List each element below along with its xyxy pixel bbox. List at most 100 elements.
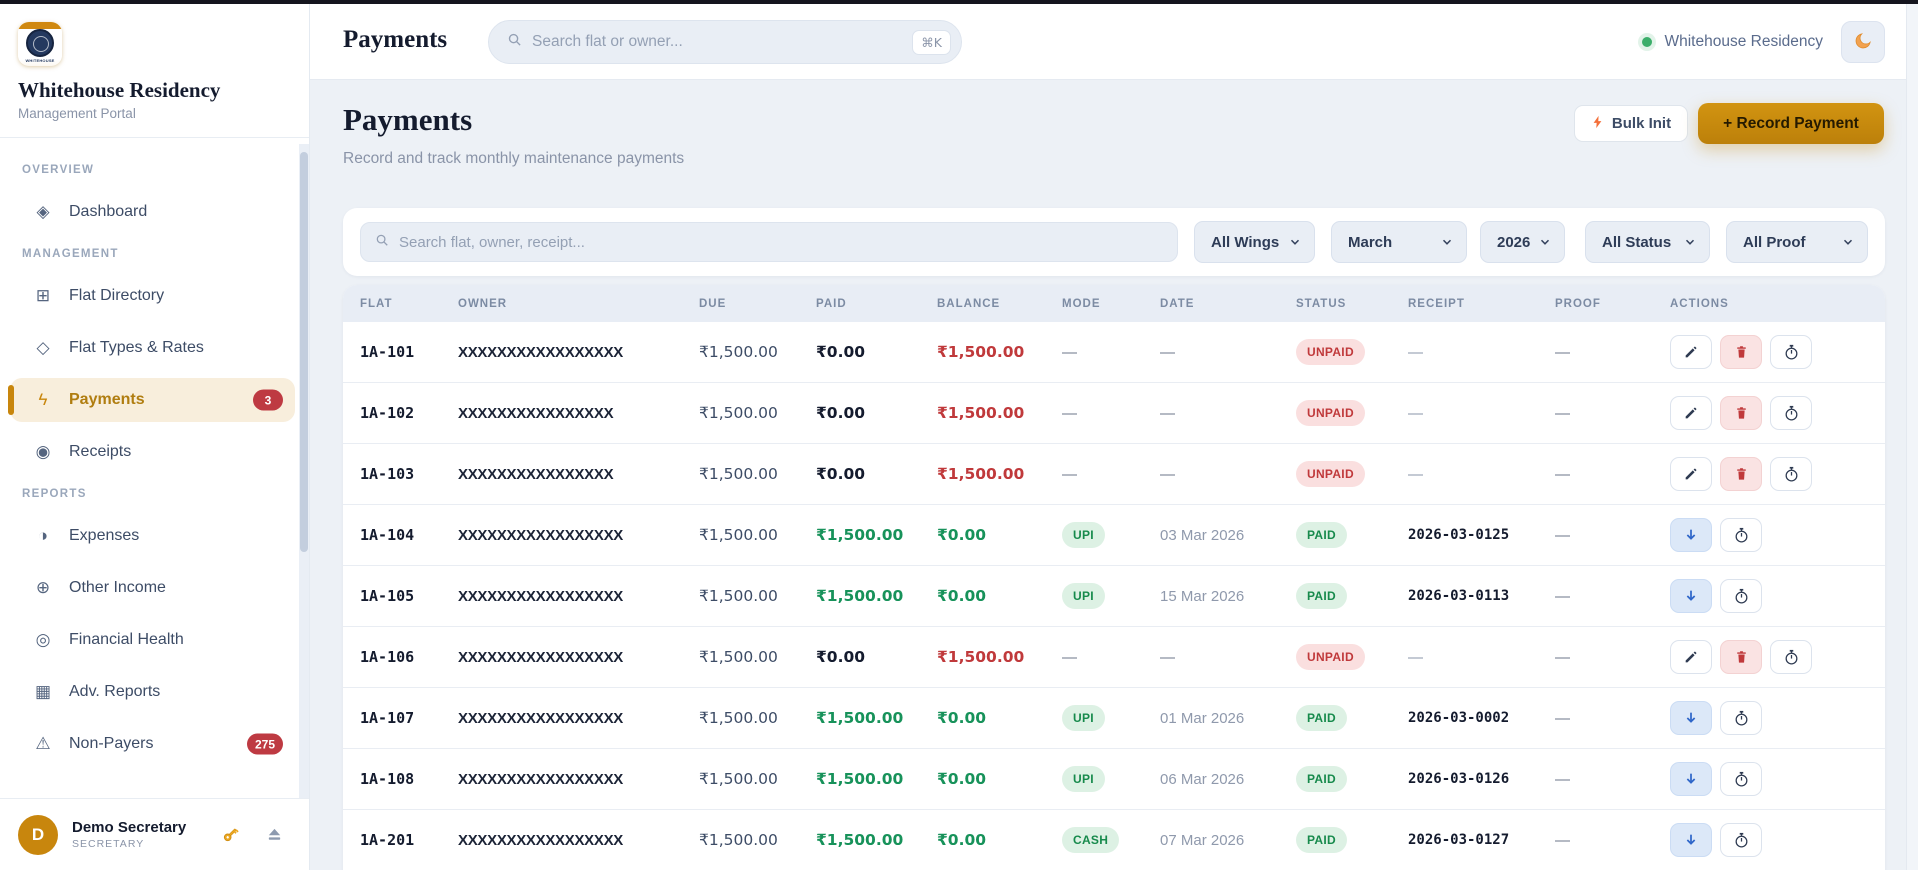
paid-cell: ₹0.00 bbox=[816, 648, 937, 666]
mode-badge: UPI bbox=[1062, 583, 1105, 609]
filter-dropdown-all-wings[interactable]: All Wings bbox=[1194, 221, 1315, 263]
proof-cell: — bbox=[1555, 344, 1670, 361]
actions-cell bbox=[1670, 640, 1885, 674]
paid-cell: ₹0.00 bbox=[816, 343, 937, 361]
delete-payment-button[interactable] bbox=[1720, 640, 1762, 674]
sidebar-scrollbar-thumb[interactable] bbox=[300, 152, 308, 552]
user-role: SECRETARY bbox=[72, 838, 219, 850]
warning-icon: ⚠ bbox=[32, 734, 54, 754]
topbar-right: Whitehouse Residency bbox=[1642, 4, 1885, 80]
table-search[interactable] bbox=[360, 222, 1178, 262]
download-receipt-button[interactable] bbox=[1670, 701, 1712, 735]
date-cell: — bbox=[1160, 649, 1296, 666]
sidebar-item-other-income[interactable]: ⊕Other Income bbox=[10, 566, 295, 610]
receipt-cell: — bbox=[1408, 405, 1555, 422]
status-cell: PAID bbox=[1296, 827, 1408, 853]
actions-cell bbox=[1670, 579, 1885, 613]
proof-cell: — bbox=[1555, 527, 1670, 544]
trash-icon bbox=[1734, 649, 1749, 665]
status-badge: UNPAID bbox=[1296, 461, 1365, 487]
filter-dropdown-all-proof[interactable]: All Proof bbox=[1726, 221, 1868, 263]
table-search-input[interactable] bbox=[399, 234, 1163, 251]
delete-payment-button[interactable] bbox=[1720, 457, 1762, 491]
due-cell: ₹1,500.00 bbox=[699, 404, 816, 422]
due-cell: ₹1,500.00 bbox=[699, 770, 816, 788]
status-badge: UNPAID bbox=[1296, 400, 1365, 426]
receipt-cell: 2026-03-0125 bbox=[1408, 527, 1555, 543]
topbar: Payments ⌘K Whitehouse Residency bbox=[310, 4, 1918, 80]
sidebar-item-dashboard[interactable]: ◈Dashboard bbox=[10, 190, 295, 234]
sidebar-item-label: Receipts bbox=[69, 443, 131, 461]
theme-toggle-button[interactable] bbox=[1841, 21, 1885, 63]
proof-cell: — bbox=[1555, 771, 1670, 788]
paid-cell: ₹1,500.00 bbox=[816, 587, 937, 605]
history-button[interactable] bbox=[1770, 396, 1812, 430]
history-button[interactable] bbox=[1720, 518, 1762, 552]
edit-payment-button[interactable] bbox=[1670, 335, 1712, 369]
table-row: 1A-105XXXXXXXXXXXXXXXXX₹1,500.00₹1,500.0… bbox=[343, 566, 1885, 627]
global-search-input[interactable] bbox=[532, 33, 912, 51]
actions-cell bbox=[1670, 823, 1885, 857]
history-button[interactable] bbox=[1720, 579, 1762, 613]
pencil-icon bbox=[1683, 466, 1699, 482]
record-icon: ◉ bbox=[32, 442, 54, 462]
history-button[interactable] bbox=[1720, 701, 1762, 735]
edit-payment-button[interactable] bbox=[1670, 457, 1712, 491]
filter-dropdown-march[interactable]: March bbox=[1331, 221, 1467, 263]
owner-cell: XXXXXXXXXXXXXXXXX bbox=[458, 710, 699, 727]
mode-cell: — bbox=[1062, 466, 1160, 483]
table-row: 1A-201XXXXXXXXXXXXXXXXX₹1,500.00₹1,500.0… bbox=[343, 810, 1885, 870]
nav-section-label-management: MANAGEMENT bbox=[10, 248, 295, 262]
download-receipt-button[interactable] bbox=[1670, 518, 1712, 552]
actions-cell bbox=[1670, 518, 1885, 552]
sidebar-item-financial-health[interactable]: ◎Financial Health bbox=[10, 618, 295, 662]
global-search[interactable]: ⌘K bbox=[488, 20, 962, 64]
filter-dropdown-2026[interactable]: 2026 bbox=[1480, 221, 1565, 263]
edit-payment-button[interactable] bbox=[1670, 640, 1712, 674]
sidebar-item-expenses[interactable]: ◑Expenses bbox=[10, 514, 295, 558]
lightning-icon: ϟ bbox=[32, 390, 54, 410]
trash-icon bbox=[1734, 344, 1749, 360]
sidebar-item-payments[interactable]: ϟPayments3 bbox=[10, 378, 295, 422]
paid-cell: ₹1,500.00 bbox=[816, 709, 937, 727]
sidebar-item-flat-types-rates[interactable]: ◇Flat Types & Rates bbox=[10, 326, 295, 370]
download-receipt-button[interactable] bbox=[1670, 762, 1712, 796]
status-cell: PAID bbox=[1296, 583, 1408, 609]
status-badge: PAID bbox=[1296, 766, 1347, 792]
stopwatch-icon bbox=[1733, 527, 1750, 544]
history-button[interactable] bbox=[1770, 457, 1812, 491]
sidebar-item-receipts[interactable]: ◉ Receipts bbox=[10, 430, 295, 474]
history-button[interactable] bbox=[1770, 640, 1812, 674]
receipt-cell: 2026-03-0126 bbox=[1408, 771, 1555, 787]
stopwatch-icon bbox=[1783, 649, 1800, 666]
delete-payment-button[interactable] bbox=[1720, 396, 1762, 430]
moon-icon bbox=[1853, 31, 1873, 54]
mode-cell: — bbox=[1062, 405, 1160, 422]
edit-payment-button[interactable] bbox=[1670, 396, 1712, 430]
sidebar-item-non-payers[interactable]: ⚠Non-Payers275 bbox=[10, 722, 295, 766]
download-receipt-button[interactable] bbox=[1670, 579, 1712, 613]
eject-icon[interactable] bbox=[263, 824, 285, 846]
shortcut-badge: ⌘K bbox=[912, 30, 951, 55]
sidebar-item-flat-directory[interactable]: ⊞Flat Directory bbox=[10, 274, 295, 318]
sidebar: WHITEHOUSE Whitehouse Residency Manageme… bbox=[0, 4, 310, 870]
top-accent-strip bbox=[0, 0, 1918, 4]
key-icon[interactable] bbox=[219, 824, 241, 846]
actions-cell bbox=[1670, 335, 1885, 369]
history-button[interactable] bbox=[1720, 823, 1762, 857]
history-button[interactable] bbox=[1770, 335, 1812, 369]
sidebar-item-adv-reports[interactable]: ▦Adv. Reports bbox=[10, 670, 295, 714]
receipt-cell: 2026-03-0113 bbox=[1408, 588, 1555, 604]
delete-payment-button[interactable] bbox=[1720, 335, 1762, 369]
history-button[interactable] bbox=[1720, 762, 1762, 796]
due-cell: ₹1,500.00 bbox=[699, 648, 816, 666]
balance-cell: ₹0.00 bbox=[937, 587, 1062, 605]
sidebar-item-label: Flat Types & Rates bbox=[69, 339, 204, 357]
due-cell: ₹1,500.00 bbox=[699, 831, 816, 849]
filter-dropdown-all-status[interactable]: All Status bbox=[1585, 221, 1710, 263]
download-receipt-button[interactable] bbox=[1670, 823, 1712, 857]
record-payment-button[interactable]: + Record Payment bbox=[1698, 103, 1884, 144]
bulk-init-button[interactable]: Bulk Init bbox=[1574, 105, 1688, 142]
dropdown-value: All Status bbox=[1602, 234, 1671, 251]
stopwatch-icon bbox=[1783, 344, 1800, 361]
